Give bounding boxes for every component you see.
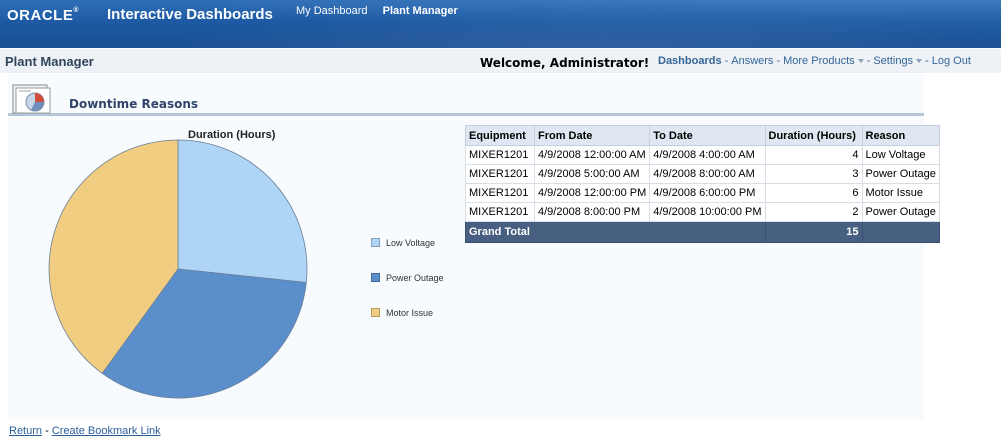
legend-swatch: [371, 238, 380, 247]
chevron-down-icon: [857, 59, 864, 64]
cell-to-date: 4/9/2008 8:00:00 AM: [649, 164, 766, 184]
global-links: Dashboards - Answers - More Products - Setting…: [658, 55, 971, 67]
cell-to-date: 4/9/2008 10:00:00 PM: [649, 202, 766, 222]
column-header-duration[interactable]: Duration (Hours): [764, 125, 863, 146]
cell-duration: 2: [764, 202, 863, 222]
nav-plant-manager[interactable]: Plant Manager: [383, 5, 458, 17]
cell-equipment: MIXER1201: [465, 164, 535, 184]
footer-links: Return - Create Bookmark Link: [9, 425, 161, 437]
table-row: MIXER1201 4/9/2008 12:00:00 PM 4/9/2008 …: [465, 183, 940, 203]
cell-to-date: 4/9/2008 4:00:00 AM: [649, 145, 766, 165]
dashboards-link[interactable]: Dashboards: [658, 55, 722, 67]
cell-reason: Power Outage: [861, 202, 940, 222]
grand-total-label: Grand Total: [465, 221, 766, 243]
top-navigation: My Dashboard Plant Manager: [296, 5, 470, 17]
grand-total-row: Grand Total 15: [465, 221, 940, 243]
column-header-to-date[interactable]: To Date: [649, 125, 766, 146]
dashboard-toolbar: Plant Manager Welcome, Administrator! Da…: [0, 48, 1001, 73]
column-header-equipment[interactable]: Equipment: [465, 125, 535, 146]
oracle-logo: ORACLE®: [7, 7, 80, 24]
grand-total-empty: [861, 221, 940, 243]
table-row: MIXER1201 4/9/2008 8:00:00 PM 4/9/2008 1…: [465, 202, 940, 222]
legend-item[interactable]: Low Voltage: [371, 238, 435, 248]
cell-from-date: 4/9/2008 12:00:00 PM: [533, 183, 651, 203]
welcome-message: Welcome, Administrator!: [480, 56, 650, 70]
return-link[interactable]: Return: [9, 425, 42, 437]
pie-chart: [48, 139, 308, 399]
log-out-link[interactable]: Log Out: [932, 55, 971, 67]
cell-duration: 6: [764, 183, 863, 203]
table-row: MIXER1201 4/9/2008 5:00:00 AM 4/9/2008 8…: [465, 164, 940, 184]
legend-swatch: [371, 308, 380, 317]
nav-my-dashboard[interactable]: My Dashboard: [296, 5, 368, 17]
column-header-reason[interactable]: Reason: [861, 125, 940, 146]
pie-slice-low-voltage[interactable]: [177, 139, 308, 283]
legend-swatch: [371, 273, 380, 282]
legend-label: Power Outage: [386, 273, 444, 283]
cell-from-date: 4/9/2008 8:00:00 PM: [533, 202, 651, 222]
legend-label: Motor Issue: [386, 308, 434, 318]
more-products-menu[interactable]: More Products: [783, 55, 864, 67]
report-chart-icon: [12, 84, 51, 114]
top-banner: ORACLE® Interactive Dashboards My Dashbo…: [0, 0, 1001, 48]
cell-reason: Power Outage: [861, 164, 940, 184]
legend-item[interactable]: Power Outage: [371, 273, 444, 283]
cell-reason: Motor Issue: [861, 183, 940, 203]
cell-reason: Low Voltage: [861, 145, 940, 165]
app-title: Interactive Dashboards: [107, 6, 273, 23]
table-header-row: Equipment From Date To Date Duration (Ho…: [465, 125, 940, 146]
column-header-from-date[interactable]: From Date: [533, 125, 651, 146]
section-title: Downtime Reasons: [69, 97, 199, 111]
chevron-down-icon: [916, 59, 923, 64]
cell-duration: 4: [764, 145, 863, 165]
legend-label: Low Voltage: [386, 238, 436, 248]
legend-item[interactable]: Motor Issue: [371, 308, 433, 318]
section-divider: [8, 113, 924, 116]
downtime-table: Equipment From Date To Date Duration (Ho…: [465, 125, 940, 243]
cell-from-date: 4/9/2008 12:00:00 AM: [533, 145, 651, 165]
cell-to-date: 4/9/2008 6:00:00 PM: [649, 183, 766, 203]
settings-menu[interactable]: Settings: [873, 55, 923, 67]
cell-equipment: MIXER1201: [465, 183, 535, 203]
cell-from-date: 4/9/2008 5:00:00 AM: [533, 164, 651, 184]
cell-duration: 3: [764, 164, 863, 184]
cell-equipment: MIXER1201: [465, 145, 535, 165]
table-row: MIXER1201 4/9/2008 12:00:00 AM 4/9/2008 …: [465, 145, 940, 165]
create-bookmark-link[interactable]: Create Bookmark Link: [52, 425, 161, 437]
grand-total-value: 15: [764, 221, 863, 243]
answers-link[interactable]: Answers: [731, 55, 773, 67]
cell-equipment: MIXER1201: [465, 202, 535, 222]
page-title: Plant Manager: [5, 54, 94, 69]
